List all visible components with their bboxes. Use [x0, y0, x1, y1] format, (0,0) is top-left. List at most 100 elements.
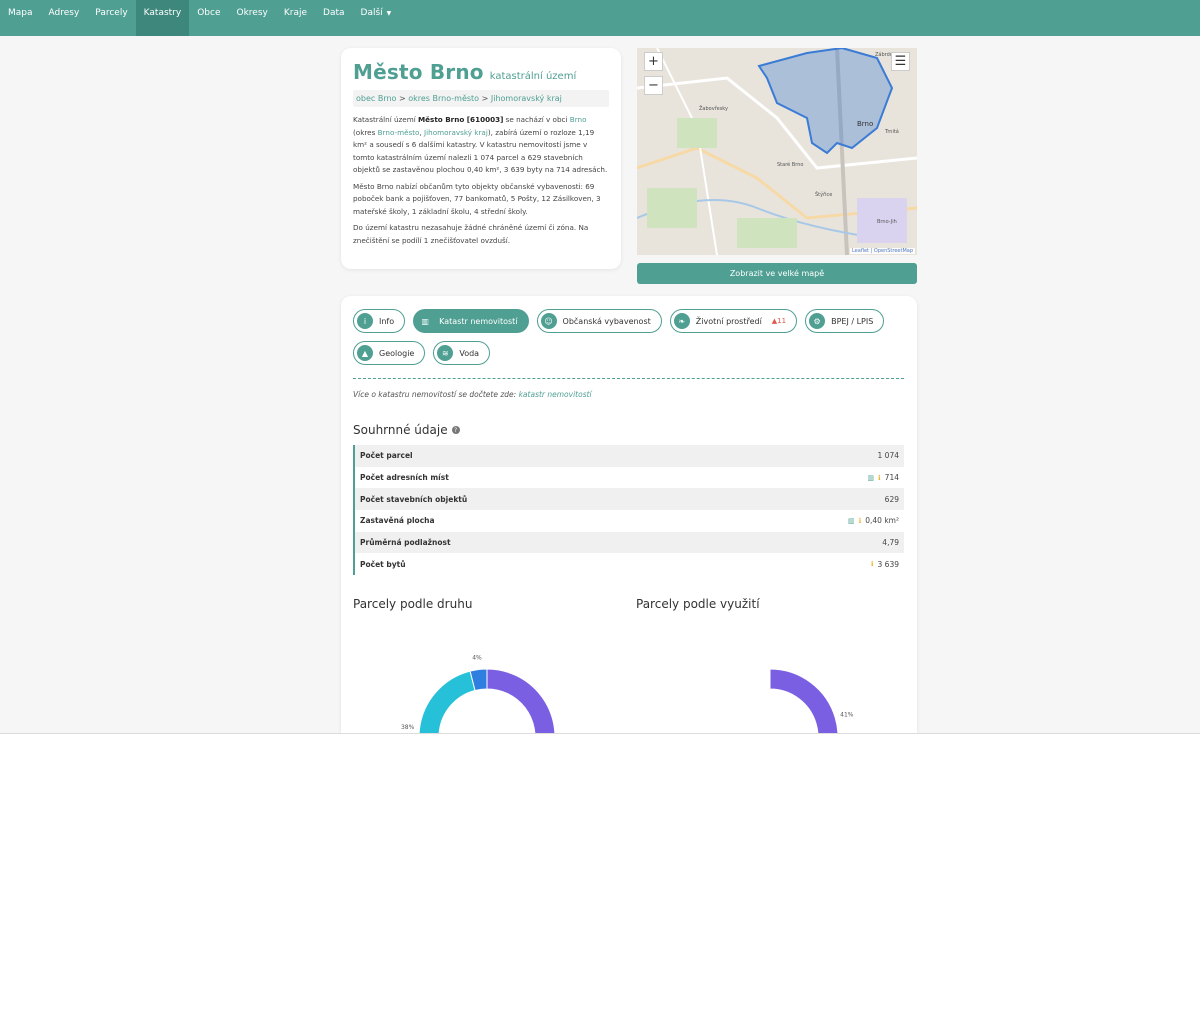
- desc-text: (okres: [353, 127, 378, 137]
- layers-icon[interactable]: ☰: [891, 52, 910, 71]
- mountain-icon: ▲: [357, 345, 373, 361]
- info-icon[interactable]: ℹ: [878, 474, 881, 482]
- donut-slice[interactable]: [418, 670, 476, 734]
- tab-ob-ansk-vybavenost[interactable]: ☺ Občanská vybavenost: [536, 309, 662, 333]
- page-title: Město Brno: [353, 60, 484, 84]
- big-map-button[interactable]: Zobrazit ve velké mapě: [637, 263, 917, 284]
- map-icon[interactable]: ▥: [867, 474, 874, 482]
- nav-item-okresy[interactable]: Okresy: [229, 0, 276, 36]
- map-label: Staré Brno: [777, 161, 803, 168]
- summary-title-text: Souhrnné údaje: [353, 423, 448, 437]
- table-row: Počet adresních míst ▥ ℹ 714: [355, 467, 904, 489]
- table-row: Počet bytů ℹ 3 639: [355, 553, 904, 575]
- info-icon[interactable]: ℹ: [871, 560, 874, 568]
- info-icon: i: [357, 313, 373, 329]
- link-kraj[interactable]: Jihomoravský kraj: [424, 128, 488, 137]
- info-icon[interactable]: ℹ: [859, 517, 862, 525]
- chart-title: Parcely podle využití: [636, 597, 760, 612]
- link-okres[interactable]: Brno-město: [378, 128, 420, 137]
- breadcrumb-separator: >: [481, 94, 489, 103]
- nav-item-mapa[interactable]: Mapa: [0, 0, 41, 36]
- map-icon: ▥: [421, 316, 429, 326]
- description: Katastrální území Město Brno [610003] se…: [353, 114, 609, 247]
- row-label: Počet parcel: [360, 451, 413, 461]
- description-paragraph-2: Město Brno nabízí občanům tyto objekty o…: [353, 181, 601, 216]
- water-icon: ≋: [437, 345, 454, 361]
- tab--ivotn-prost-ed-[interactable]: ❧ Životní prostředí ▲11: [669, 309, 798, 333]
- slice-label: 41%: [840, 712, 854, 719]
- table-row: Průměrná podlažnost 4,79: [355, 531, 904, 554]
- link-obec[interactable]: Brno: [570, 115, 587, 124]
- more-info-text: Více o katastru nemovitostí se dočtete z…: [353, 390, 519, 399]
- map-label: Trnitá: [884, 128, 899, 135]
- row-value: 3 639: [877, 559, 899, 569]
- nav-item-kraje[interactable]: Kraje: [276, 0, 315, 36]
- table-row: Počet parcel 1 074: [355, 445, 904, 467]
- row-label: Průměrná podlažnost: [360, 538, 451, 548]
- title-row: Město Brno katastrální území: [353, 60, 609, 84]
- nav-item-parcely[interactable]: Parcely: [87, 0, 135, 36]
- slice-label: 38%: [401, 724, 415, 731]
- tab-label: Životní prostředí: [695, 316, 762, 326]
- breadcrumb-obec[interactable]: obec Brno: [356, 94, 396, 103]
- tab-katastr-nemovitost-[interactable]: ▥ Katastr nemovitostí: [413, 309, 529, 333]
- leaf-icon: ❧: [673, 313, 690, 329]
- tab-label: Občanská vybavenost: [562, 316, 651, 326]
- breadcrumb-okres[interactable]: okres Brno-město: [408, 94, 479, 103]
- row-label: Počet stavebních objektů: [360, 494, 468, 504]
- desc-name: Město Brno [610003]: [418, 115, 504, 124]
- table-row: Počet stavebních objektů 629: [355, 488, 904, 511]
- map-icon[interactable]: ▥: [848, 517, 855, 525]
- row-label: Počet bytů: [360, 559, 406, 569]
- row-value-cell: ▥ ℹ 714: [867, 473, 899, 482]
- tab-info[interactable]: i Info: [353, 309, 406, 333]
- tab-label: BPEJ / LPIS: [831, 316, 874, 326]
- nav-item-katastry[interactable]: Katastry: [135, 0, 190, 36]
- chevron-down-icon: ▼: [386, 9, 392, 17]
- slice-label: 4%: [472, 655, 482, 662]
- zoom-out-button[interactable]: −: [644, 76, 663, 95]
- map-widget[interactable]: Brno Žabovřesky Staré Brno Štýřice Trnit…: [637, 48, 917, 255]
- breadcrumb-separator: >: [398, 94, 406, 103]
- map-tiles: Brno Žabovřesky Staré Brno Štýřice Trnit…: [637, 48, 917, 255]
- help-icon[interactable]: ?: [451, 426, 460, 434]
- description-paragraph-3: Do území katastru nezasahuje žádné chrán…: [353, 223, 589, 245]
- breadcrumb: obec Brno > okres Brno-město > Jihomorav…: [353, 90, 609, 107]
- charts-row: Parcely podle druhu 58%38%4%Druh pozemku…: [353, 597, 905, 734]
- map-label: Brno-Jih: [877, 219, 897, 225]
- user-gear-icon: ☺: [540, 313, 557, 329]
- tab-geologie[interactable]: ▲ Geologie: [353, 341, 426, 365]
- osm-link[interactable]: OpenStreetMap: [874, 248, 913, 254]
- row-value-cell: 4,79: [882, 538, 899, 547]
- nav-item-adresy[interactable]: Adresy: [41, 0, 88, 36]
- nav-item-obce[interactable]: Obce: [189, 0, 228, 36]
- leaflet-link[interactable]: Leaflet: [852, 248, 869, 254]
- table-row: Zastavěná plocha ▥ ℹ 0,40 km²: [355, 510, 904, 532]
- nav-item-more[interactable]: Další ▼: [353, 0, 400, 36]
- summary-table: Počet parcel 1 074 Počet adresních míst ▥ ℹ 7…: [353, 445, 904, 576]
- tab-bar: i Info ▥ Katastr nemovitostí ☺ Občanská vybav…: [353, 309, 913, 365]
- breadcrumb-kraj[interactable]: Jihomoravský kraj: [491, 94, 562, 103]
- zoom-in-button[interactable]: +: [644, 52, 663, 71]
- row-value: 714: [884, 473, 899, 483]
- tab-label: Voda: [459, 348, 480, 358]
- info-card: Město Brno katastrální území obec Brno >…: [341, 48, 621, 269]
- row-value: 4,79: [882, 538, 899, 548]
- row-value-cell: ▥ ℹ 0,40 km²: [848, 516, 899, 525]
- tab-bpej-lpis[interactable]: ⚙ BPEJ / LPIS: [805, 309, 885, 333]
- tab-label: Geologie: [379, 348, 415, 358]
- summary-title: Souhrnné údaje ?: [353, 423, 905, 437]
- row-value-cell: 629: [885, 495, 899, 504]
- map-label: Štýřice: [815, 191, 832, 198]
- donut-center-label: Způsob využití: [743, 733, 799, 734]
- divider: [353, 378, 904, 379]
- donut-chart-druh: 58%38%4%Druh pozemku: [401, 655, 556, 734]
- row-label: Počet adresních míst: [360, 473, 449, 483]
- donut-slice[interactable]: [769, 668, 839, 734]
- row-value: 0,40 km²: [865, 516, 899, 526]
- nav-item-data[interactable]: Data: [315, 0, 353, 36]
- row-value-cell: ℹ3 639: [871, 560, 899, 569]
- page-subtitle: katastrální území: [489, 71, 577, 82]
- tab-voda[interactable]: ≋ Voda: [433, 341, 491, 365]
- more-info-link[interactable]: katastr nemovitostí: [519, 390, 592, 399]
